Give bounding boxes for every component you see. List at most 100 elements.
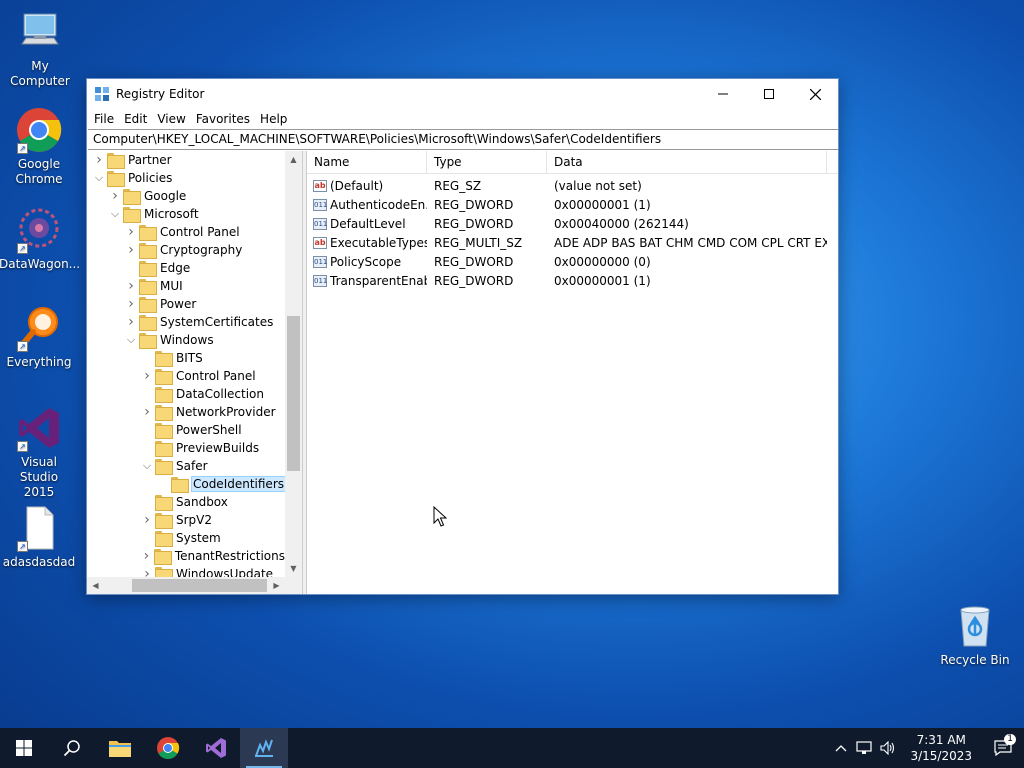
desktop-icon-recycle-bin[interactable]: Recycle Bin bbox=[935, 602, 1015, 668]
tree-node[interactable]: › Control Panel bbox=[87, 367, 285, 385]
chevron-right-icon[interactable]: › bbox=[107, 187, 123, 205]
tree-vertical-scroll-thumb[interactable] bbox=[287, 316, 300, 471]
tree-node[interactable]: › MUI bbox=[87, 277, 285, 295]
desktop-icon-everything[interactable]: ↗ Everything bbox=[0, 304, 79, 370]
desktop-icon-my-computer[interactable]: My Computer bbox=[0, 8, 80, 89]
maximize-button[interactable] bbox=[746, 79, 792, 109]
chevron-right-icon[interactable]: › bbox=[139, 547, 154, 565]
taskbar-clock[interactable]: 7:31 AM 3/15/2023 bbox=[900, 732, 982, 764]
tree-node[interactable]: CodeIdentifiers bbox=[87, 475, 285, 493]
network-button[interactable] bbox=[852, 741, 876, 755]
shortcut-arrow-icon: ↗ bbox=[17, 541, 28, 552]
tree-node[interactable]: ⌵ Windows bbox=[87, 331, 285, 349]
visual-studio-icon: ↗ bbox=[15, 404, 63, 452]
tree-node[interactable]: › Cryptography bbox=[87, 241, 285, 259]
taskbar-search-button[interactable] bbox=[48, 728, 96, 768]
tree-node[interactable]: › SystemCertificates bbox=[87, 313, 285, 331]
taskbar-registry-editor[interactable] bbox=[240, 728, 288, 768]
scroll-left-icon[interactable]: ◀ bbox=[87, 577, 104, 594]
chevron-down-icon[interactable]: ⌵ bbox=[91, 169, 107, 187]
action-center-button[interactable]: 1 bbox=[982, 734, 1024, 756]
desktop-icon-google-chrome[interactable]: ↗ Google Chrome bbox=[0, 106, 79, 187]
folder-icon bbox=[155, 351, 173, 367]
value-row[interactable]: 011 PolicyScope REG_DWORD 0x00000000 (0) bbox=[307, 252, 838, 271]
tree-node-label: PowerShell bbox=[176, 423, 242, 437]
chevron-right-icon[interactable]: › bbox=[139, 511, 155, 529]
taskbar-chrome[interactable] bbox=[144, 728, 192, 768]
folder-icon bbox=[123, 189, 141, 205]
scroll-down-icon[interactable]: ▼ bbox=[285, 560, 302, 577]
minimize-button[interactable] bbox=[700, 79, 746, 109]
tree-node[interactable]: › Control Panel bbox=[87, 223, 285, 241]
chevron-right-icon[interactable]: › bbox=[139, 367, 155, 385]
title-bar[interactable]: Registry Editor bbox=[87, 79, 838, 109]
volume-button[interactable] bbox=[876, 741, 900, 755]
tree-horizontal-scrollbar[interactable]: ◀ ▶ bbox=[87, 577, 285, 594]
tree-node[interactable]: BITS bbox=[87, 349, 285, 367]
desktop-icon-visual-studio[interactable]: ↗ Visual Studio 2015 bbox=[0, 404, 79, 500]
close-button[interactable] bbox=[792, 79, 838, 109]
scroll-up-icon[interactable]: ▲ bbox=[285, 151, 302, 168]
chevron-down-icon[interactable]: ⌵ bbox=[107, 205, 123, 223]
value-row[interactable]: ab (Default) REG_SZ (value not set) bbox=[307, 176, 838, 195]
chevron-down-icon[interactable]: ⌵ bbox=[123, 331, 139, 349]
tree-node-label: Cryptography bbox=[160, 243, 243, 257]
chevron-right-icon[interactable]: › bbox=[139, 565, 155, 577]
tree-node[interactable]: Sandbox bbox=[87, 493, 285, 511]
tree-node[interactable]: › SrpV2 bbox=[87, 511, 285, 529]
chevron-right-icon[interactable]: › bbox=[139, 403, 155, 421]
chevron-right-icon[interactable]: › bbox=[123, 241, 139, 259]
value-name: TransparentEnab... bbox=[330, 273, 427, 288]
tree-node[interactable]: › Power bbox=[87, 295, 285, 313]
column-header-name[interactable]: Name bbox=[307, 151, 427, 173]
menu-view[interactable]: View bbox=[152, 112, 190, 126]
scroll-right-icon[interactable]: ▶ bbox=[268, 577, 285, 594]
tree-node[interactable]: PreviewBuilds bbox=[87, 439, 285, 457]
tree-node[interactable]: › Google bbox=[87, 187, 285, 205]
clock-time: 7:31 AM bbox=[916, 733, 966, 747]
chevron-right-icon[interactable]: › bbox=[91, 151, 107, 169]
taskbar-file-explorer[interactable] bbox=[96, 728, 144, 768]
value-data: 0x00040000 (262144) bbox=[554, 216, 689, 231]
tree-horizontal-scroll-thumb[interactable] bbox=[132, 579, 267, 592]
column-header-data[interactable]: Data bbox=[547, 151, 827, 173]
show-hidden-icons-button[interactable] bbox=[830, 744, 852, 752]
chevron-right-icon[interactable]: › bbox=[123, 277, 139, 295]
value-row[interactable]: ab ExecutableTypes REG_MULTI_SZ ADE ADP BAS… bbox=[307, 233, 838, 252]
tree-node-label: Microsoft bbox=[144, 207, 199, 221]
tree-node[interactable]: PowerShell bbox=[87, 421, 285, 439]
tree-node[interactable]: System bbox=[87, 529, 285, 547]
tree-node[interactable]: ⌵ Safer bbox=[87, 457, 285, 475]
desktop-icon-label: DataWagon... bbox=[0, 257, 81, 271]
menu-favorites[interactable]: Favorites bbox=[191, 112, 255, 126]
tree-node-label: NetworkProvider bbox=[176, 405, 276, 419]
menu-edit[interactable]: Edit bbox=[119, 112, 152, 126]
column-header-type[interactable]: Type bbox=[427, 151, 547, 173]
tree-node[interactable]: › NetworkProvider bbox=[87, 403, 285, 421]
value-row[interactable]: 011 AuthenticodeEn... REG_DWORD 0x00000001 … bbox=[307, 195, 838, 214]
menu-help[interactable]: Help bbox=[255, 112, 292, 126]
tree-vertical-scrollbar[interactable]: ▲ ▼ bbox=[285, 151, 302, 577]
tree-node-label: Sandbox bbox=[176, 495, 228, 509]
chevron-right-icon[interactable]: › bbox=[123, 313, 139, 331]
chevron-down-icon[interactable]: ⌵ bbox=[139, 457, 155, 475]
tree-node[interactable]: › WindowsUpdate bbox=[87, 565, 285, 577]
tree-node[interactable]: ⌵ Policies bbox=[87, 169, 285, 187]
tree-node[interactable]: › TenantRestrictions bbox=[87, 547, 285, 565]
values-list: Name Type Data ab (Default) REG_SZ (value n… bbox=[307, 151, 838, 594]
desktop-icon-datawagon[interactable]: ↗ DataWagon... bbox=[0, 206, 81, 272]
desktop-icon-adasdasdad[interactable]: ↗ adasdasdad bbox=[0, 504, 79, 570]
start-button[interactable] bbox=[0, 728, 48, 768]
value-row[interactable]: 011 DefaultLevel REG_DWORD 0x00040000 (2621… bbox=[307, 214, 838, 233]
chevron-right-icon[interactable]: › bbox=[123, 223, 139, 241]
address-bar[interactable]: Computer\HKEY_LOCAL_MACHINE\SOFTWARE\Pol… bbox=[88, 129, 838, 150]
tree-node[interactable]: DataCollection bbox=[87, 385, 285, 403]
value-row[interactable]: 011TransparentEnab... REG_DWORD 0x00000001… bbox=[307, 271, 838, 290]
chevron-right-icon[interactable]: › bbox=[123, 295, 139, 313]
taskbar-visual-studio[interactable] bbox=[192, 728, 240, 768]
tree-node[interactable]: Edge bbox=[87, 259, 285, 277]
tree-node[interactable]: ⌵ Microsoft bbox=[87, 205, 285, 223]
tree-node[interactable]: › Partner bbox=[87, 151, 285, 169]
menu-file[interactable]: File bbox=[89, 112, 119, 126]
